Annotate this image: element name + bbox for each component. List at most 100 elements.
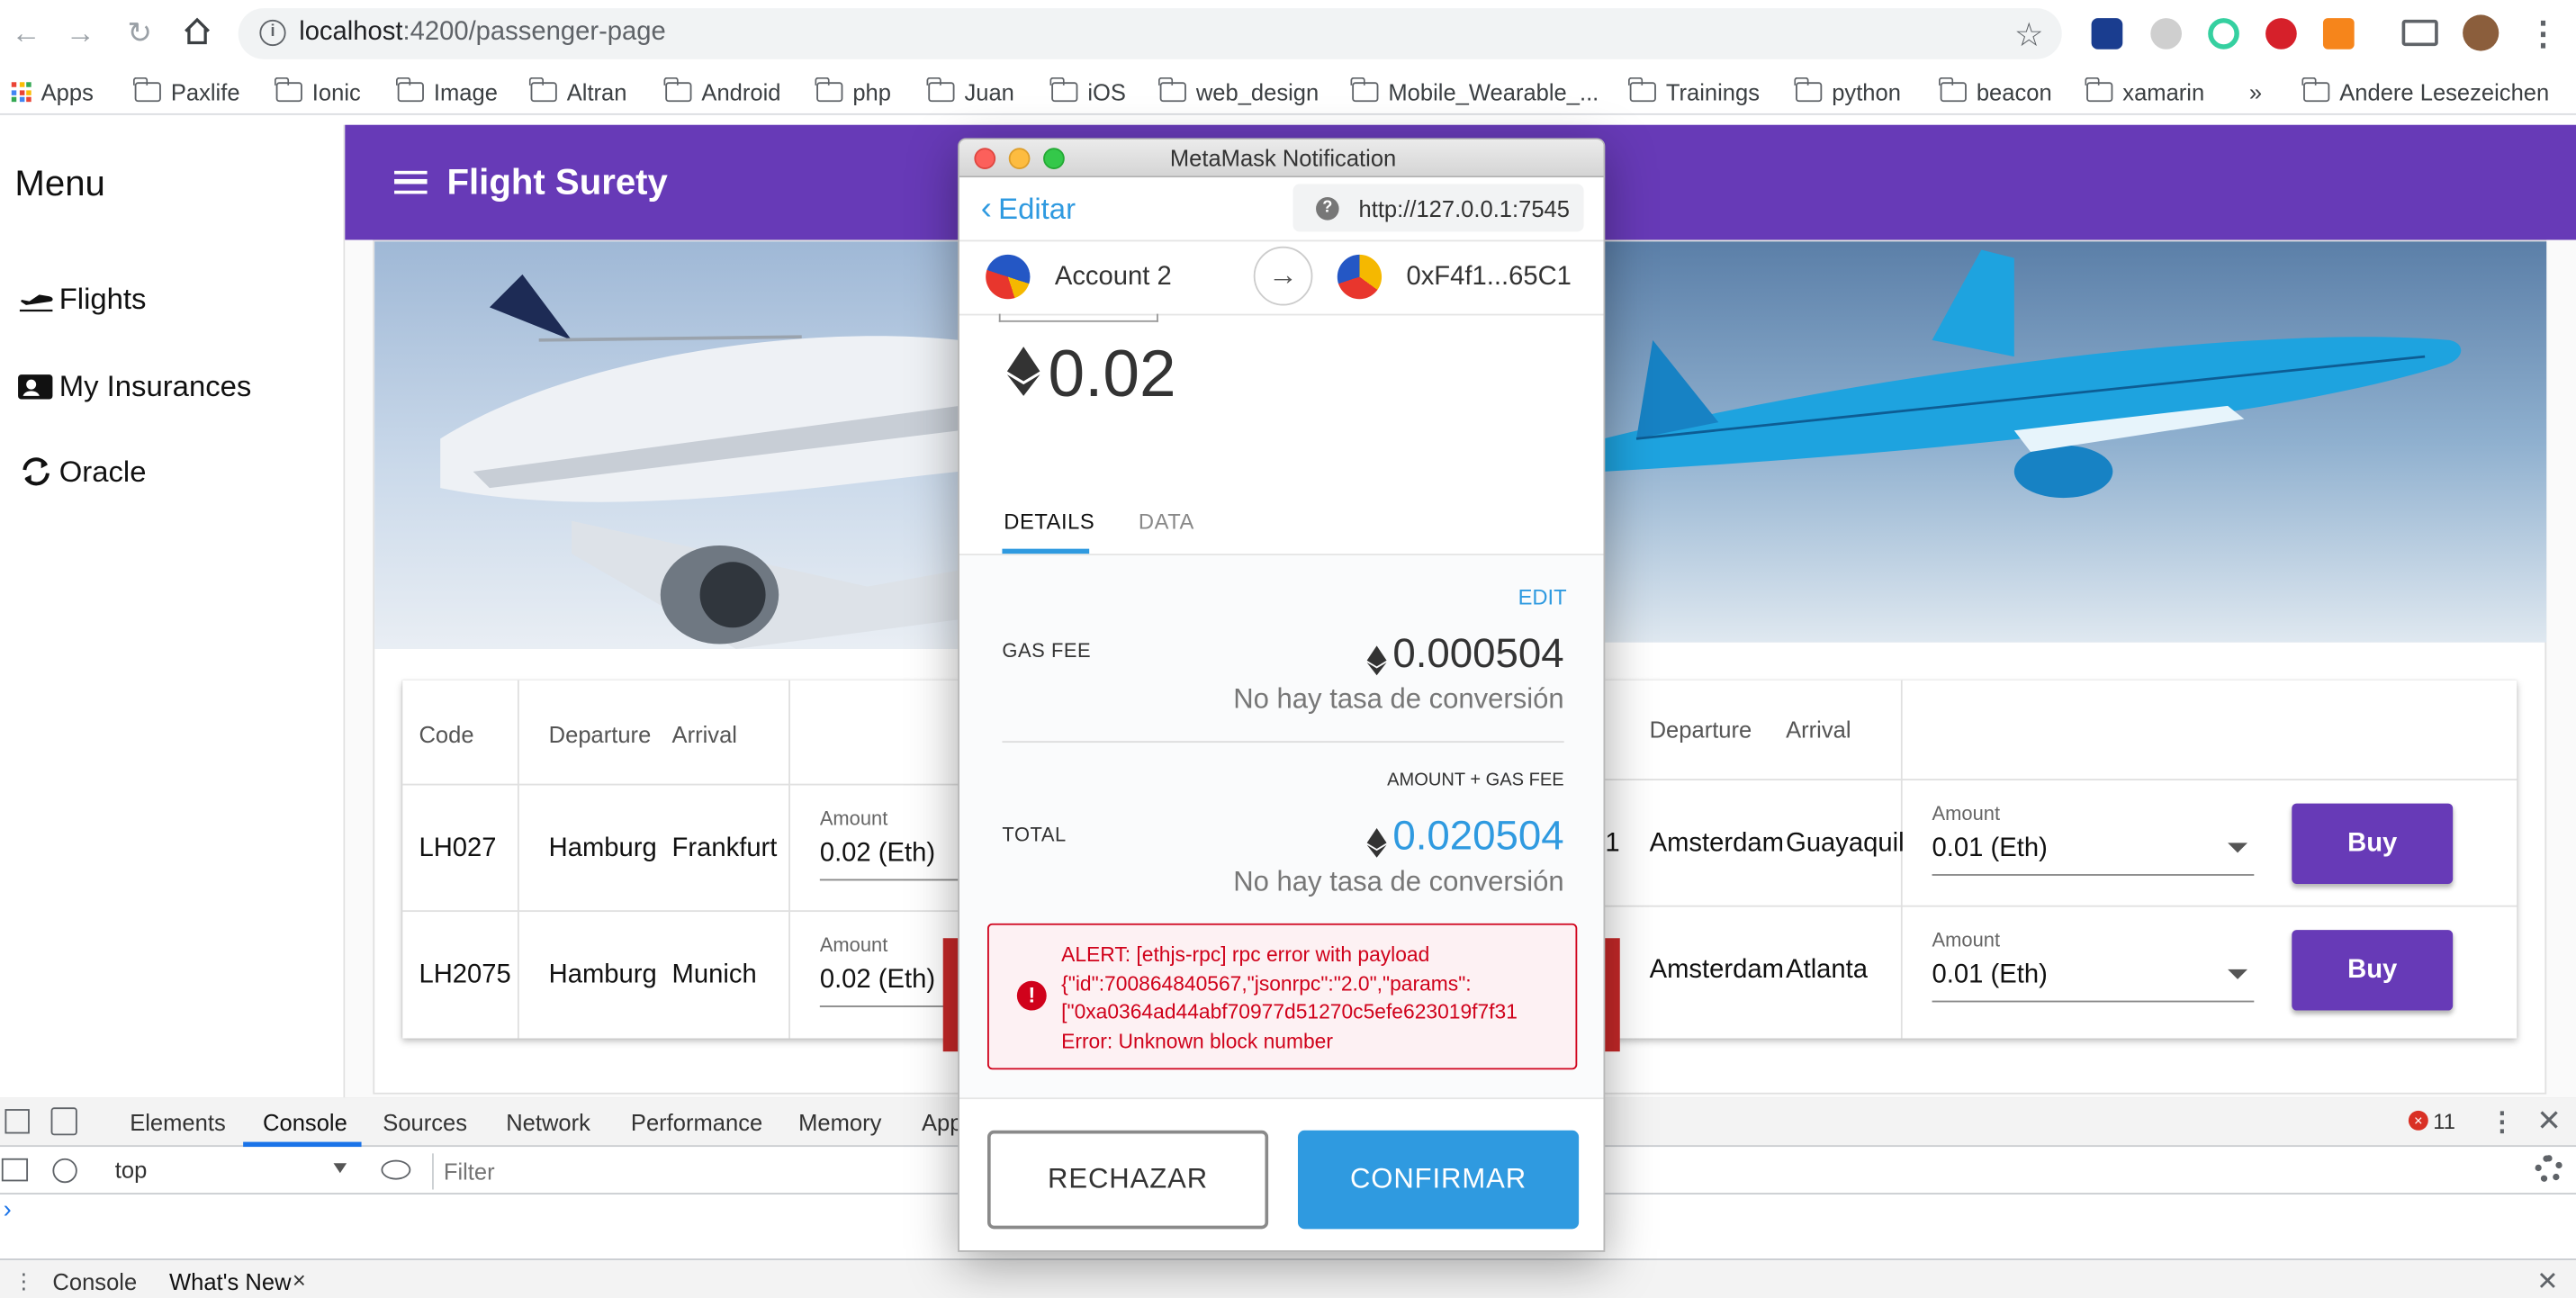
tab-details[interactable]: DETAILS (1004, 509, 1094, 534)
extension-ring-icon[interactable] (2208, 18, 2239, 50)
bookmark-folder[interactable]: iOS (1050, 77, 1126, 107)
other-bookmarks[interactable]: Andere Lesezeichen (2301, 77, 2549, 107)
bookmark-label: iOS (1087, 78, 1126, 105)
devtools-menu-icon[interactable]: ⋮ (2489, 1105, 2515, 1139)
url-path: :4200/passenger-page (402, 18, 666, 47)
metamask-fox-icon[interactable] (2322, 18, 2355, 50)
flight-departure: Amsterdam (1649, 829, 1784, 858)
network-indicator[interactable]: ? http://127.0.0.1:7545 (1293, 184, 1584, 232)
bookmark-folder[interactable]: Android (664, 77, 781, 107)
sidebar-toggle-icon[interactable] (1, 1158, 29, 1182)
amount-select[interactable]: 0.01 (Eth) (1932, 961, 2255, 1003)
drawer-tabbar (0, 1258, 2576, 1298)
buy-button-partial[interactable] (1603, 938, 1620, 1052)
star-icon[interactable]: ☆ (2014, 14, 2044, 56)
sidebar-item-oracle[interactable]: Oracle (16, 450, 146, 492)
bookmark-folder[interactable]: web_design (1158, 77, 1320, 107)
eye-icon[interactable] (381, 1159, 411, 1180)
edit-gas-link[interactable]: EDIT (1518, 585, 1567, 609)
devtools-tab-memory[interactable]: Memory (798, 1109, 881, 1135)
profile-avatar[interactable] (2463, 14, 2499, 51)
dropdown-arrow-icon[interactable] (2228, 969, 2248, 979)
drawer-tab-console[interactable]: Console (52, 1268, 137, 1294)
bookmark-folder[interactable]: xamarin (2085, 77, 2204, 107)
extension-red-icon[interactable] (2265, 18, 2297, 50)
error-count[interactable]: 11 (2433, 1109, 2455, 1133)
bookmark-folder[interactable]: Mobile_Wearable_... (1351, 77, 1599, 107)
devtools-tab-sources[interactable]: Sources (383, 1109, 467, 1135)
bookmark-apps[interactable]: Apps (11, 77, 94, 107)
console-filter-input[interactable] (443, 1153, 937, 1188)
amount-select[interactable]: 0.01 (Eth) (1932, 834, 2255, 876)
bookmark-folder[interactable]: Altran (529, 77, 626, 107)
amount-select[interactable]: 0.02 (Eth) (819, 966, 961, 1007)
apps-grid-icon (11, 82, 32, 103)
info-icon[interactable]: i (259, 19, 286, 47)
confirm-button[interactable]: CONFIRMAR (1297, 1130, 1580, 1230)
bookmark-label: Ionic (311, 78, 361, 105)
bookmark-label: Android (701, 78, 781, 105)
folder-icon (927, 77, 955, 103)
amount-label: Amount (819, 807, 888, 830)
bookmark-folder[interactable]: Trainings (1628, 77, 1760, 107)
bookmark-label: web_design (1195, 78, 1320, 105)
bookmark-folder[interactable]: Image (396, 77, 498, 107)
home-icon[interactable] (179, 14, 215, 50)
context-dropdown-icon[interactable] (333, 1163, 347, 1174)
url-text[interactable]: localhost:4200/passenger-page (299, 18, 666, 48)
flight-arrival: Munich (671, 960, 757, 989)
devtools-close-icon[interactable]: ✕ (2536, 1104, 2562, 1139)
bookmark-folder[interactable]: php (815, 77, 891, 107)
folder-icon (1628, 77, 1656, 103)
drawer-menu-icon[interactable]: ⋮ (14, 1268, 35, 1294)
context-select[interactable]: top (115, 1157, 148, 1183)
console-prompt[interactable]: › (4, 1196, 12, 1224)
drawer-tab-close-icon[interactable]: × (293, 1266, 306, 1293)
reload-icon[interactable]: ↻ (122, 14, 158, 50)
devtools-tab-network[interactable]: Network (506, 1109, 590, 1135)
sidebar-item-label: Flights (59, 282, 147, 315)
back-button[interactable]: ‹ Editar (981, 191, 1076, 229)
back-arrow-icon[interactable]: ← (8, 14, 44, 50)
devtools-tab-elements[interactable]: Elements (130, 1109, 226, 1135)
active-tab-indicator (1002, 548, 1090, 554)
inspect-element-icon[interactable] (5, 1109, 30, 1134)
buy-button[interactable]: Buy (2292, 803, 2454, 885)
error-icon[interactable]: × (2408, 1110, 2428, 1131)
analytics-extension-icon[interactable] (2091, 18, 2123, 50)
bookmark-folder[interactable]: beacon (1939, 77, 2052, 107)
bookmarks-overflow-button[interactable]: » (2249, 77, 2262, 107)
hamburger-menu-icon[interactable] (394, 170, 428, 194)
eth-diamond-icon (1366, 644, 1387, 677)
devtools-tab-application[interactable]: App (922, 1109, 962, 1135)
devtools-tab-performance[interactable]: Performance (631, 1109, 762, 1135)
sidebar-item-my-insurances[interactable]: My Insurances (16, 365, 251, 407)
drawer-tab-whats-new[interactable]: What's New (169, 1268, 292, 1294)
cast-icon[interactable] (2401, 19, 2438, 47)
drawer-close-icon[interactable]: ✕ (2536, 1265, 2558, 1298)
devtools-tab-console[interactable]: Console (263, 1109, 347, 1135)
flight-departure: Hamburg (548, 834, 657, 863)
reject-button[interactable]: RECHAZAR (987, 1130, 1269, 1230)
bookmark-folder[interactable]: Paxlife (133, 77, 240, 107)
tab-data[interactable]: DATA (1139, 509, 1194, 534)
forward-arrow-icon[interactable]: → (62, 14, 98, 50)
chrome-menu-icon[interactable]: ⋮ (2526, 14, 2560, 55)
amount-label: Amount (1932, 801, 2001, 825)
sidebar-item-label: Oracle (59, 454, 147, 488)
badge-icon (18, 374, 53, 400)
sidebar-item-flights[interactable]: Flights (16, 277, 146, 320)
bookmark-folder[interactable]: python (1794, 77, 1901, 107)
device-toolbar-icon[interactable] (50, 1107, 77, 1136)
extension-circle-icon[interactable] (2150, 18, 2182, 50)
amount-select[interactable]: 0.02 (Eth) (819, 840, 961, 881)
buy-button[interactable]: Buy (2292, 930, 2454, 1011)
settings-gear-icon[interactable] (2535, 1155, 2563, 1184)
folder-icon (815, 77, 843, 103)
bookmark-folder[interactable]: Ionic (275, 77, 361, 107)
folder-icon (1351, 77, 1379, 103)
dropdown-arrow-icon[interactable] (2228, 843, 2248, 853)
clear-console-icon[interactable] (52, 1158, 77, 1184)
row-divider (402, 910, 961, 913)
bookmark-folder[interactable]: Juan (927, 77, 1014, 107)
